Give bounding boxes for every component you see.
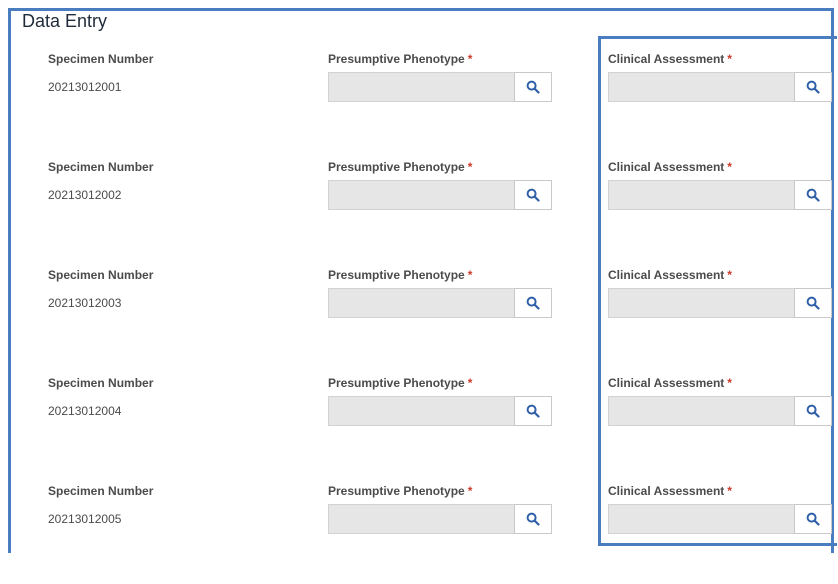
presumptive-phenotype-search-button[interactable] bbox=[514, 180, 552, 210]
clinical-assessment-lookup bbox=[608, 72, 832, 102]
search-icon bbox=[526, 80, 540, 94]
clinical-assessment-lookup bbox=[608, 396, 832, 426]
required-marker: * bbox=[467, 52, 473, 66]
presumptive-phenotype-input[interactable] bbox=[328, 72, 514, 102]
specimen-number-value: 20213012005 bbox=[48, 512, 122, 526]
clinical-assessment-search-button[interactable] bbox=[794, 396, 832, 426]
search-icon bbox=[526, 296, 540, 310]
presumptive-phenotype-search-button[interactable] bbox=[514, 288, 552, 318]
clinical-assessment-label-text: Clinical Assessment bbox=[608, 268, 725, 282]
clinical-assessment-lookup bbox=[608, 288, 832, 318]
clinical-assessment-label-text: Clinical Assessment bbox=[608, 160, 725, 174]
required-marker: * bbox=[467, 160, 473, 174]
presumptive-phenotype-lookup bbox=[328, 180, 552, 210]
presumptive-phenotype-input[interactable] bbox=[328, 504, 514, 534]
clinical-assessment-lookup bbox=[608, 504, 832, 534]
clinical-assessment-input[interactable] bbox=[608, 396, 794, 426]
presumptive-phenotype-label: Presumptive Phenotype * bbox=[328, 160, 472, 174]
clinical-assessment-label-text: Clinical Assessment bbox=[608, 52, 725, 66]
specimen-number-label: Specimen Number bbox=[48, 268, 154, 282]
required-marker: * bbox=[727, 160, 732, 174]
presumptive-phenotype-search-button[interactable] bbox=[514, 72, 552, 102]
clinical-assessment-label: Clinical Assessment * bbox=[608, 160, 732, 174]
presumptive-phenotype-label-text: Presumptive Phenotype bbox=[328, 376, 465, 390]
clinical-assessment-search-button[interactable] bbox=[794, 72, 832, 102]
search-icon bbox=[806, 404, 820, 418]
presumptive-phenotype-input[interactable] bbox=[328, 396, 514, 426]
presumptive-phenotype-lookup bbox=[328, 504, 552, 534]
required-marker: * bbox=[727, 376, 732, 390]
required-marker: * bbox=[727, 268, 732, 282]
presumptive-phenotype-input[interactable] bbox=[328, 288, 514, 318]
search-icon bbox=[806, 188, 820, 202]
clinical-assessment-label: Clinical Assessment * bbox=[608, 268, 732, 282]
presumptive-phenotype-label-text: Presumptive Phenotype bbox=[328, 268, 465, 282]
clinical-assessment-lookup bbox=[608, 180, 832, 210]
specimen-number-value: 20213012004 bbox=[48, 404, 122, 418]
presumptive-phenotype-label-text: Presumptive Phenotype bbox=[328, 160, 465, 174]
clinical-assessment-label: Clinical Assessment * bbox=[608, 52, 732, 66]
clinical-assessment-input[interactable] bbox=[608, 72, 794, 102]
search-icon bbox=[526, 512, 540, 526]
presumptive-phenotype-label: Presumptive Phenotype * bbox=[328, 376, 472, 390]
presumptive-phenotype-lookup bbox=[328, 396, 552, 426]
clinical-assessment-input[interactable] bbox=[608, 504, 794, 534]
clinical-assessment-label-text: Clinical Assessment bbox=[608, 376, 725, 390]
presumptive-phenotype-search-button[interactable] bbox=[514, 504, 552, 534]
clinical-assessment-search-button[interactable] bbox=[794, 288, 832, 318]
clinical-assessment-input[interactable] bbox=[608, 180, 794, 210]
search-icon bbox=[806, 512, 820, 526]
clinical-assessment-search-button[interactable] bbox=[794, 180, 832, 210]
specimen-row: Specimen Number 20213012004 Presumptive … bbox=[0, 376, 838, 476]
presumptive-phenotype-lookup bbox=[328, 72, 552, 102]
specimen-row: Specimen Number 20213012002 Presumptive … bbox=[0, 160, 838, 260]
clinical-assessment-label: Clinical Assessment * bbox=[608, 484, 732, 498]
specimen-row: Specimen Number 20213012005 Presumptive … bbox=[0, 484, 838, 584]
specimen-number-label: Specimen Number bbox=[48, 484, 154, 498]
clinical-assessment-label-text: Clinical Assessment bbox=[608, 484, 725, 498]
required-marker: * bbox=[727, 484, 732, 498]
required-marker: * bbox=[467, 376, 473, 390]
specimen-row: Specimen Number 20213012003 Presumptive … bbox=[0, 268, 838, 368]
clinical-assessment-search-button[interactable] bbox=[794, 504, 832, 534]
presumptive-phenotype-label-text: Presumptive Phenotype bbox=[328, 484, 465, 498]
specimen-number-value: 20213012001 bbox=[48, 80, 122, 94]
search-icon bbox=[526, 404, 540, 418]
specimen-number-value: 20213012002 bbox=[48, 188, 122, 202]
specimen-row: Specimen Number 20213012001 Presumptive … bbox=[0, 52, 838, 152]
specimen-number-value: 20213012003 bbox=[48, 296, 122, 310]
specimen-number-label: Specimen Number bbox=[48, 376, 154, 390]
specimen-number-label: Specimen Number bbox=[48, 52, 154, 66]
required-marker: * bbox=[467, 484, 473, 498]
search-icon bbox=[806, 296, 820, 310]
presumptive-phenotype-label: Presumptive Phenotype * bbox=[328, 484, 472, 498]
required-marker: * bbox=[467, 268, 473, 282]
presumptive-phenotype-lookup bbox=[328, 288, 552, 318]
required-marker: * bbox=[727, 52, 732, 66]
specimen-number-label: Specimen Number bbox=[48, 160, 154, 174]
presumptive-phenotype-label: Presumptive Phenotype * bbox=[328, 52, 472, 66]
clinical-assessment-input[interactable] bbox=[608, 288, 794, 318]
presumptive-phenotype-label: Presumptive Phenotype * bbox=[328, 268, 472, 282]
search-icon bbox=[526, 188, 540, 202]
clinical-assessment-label: Clinical Assessment * bbox=[608, 376, 732, 390]
presumptive-phenotype-label-text: Presumptive Phenotype bbox=[328, 52, 465, 66]
search-icon bbox=[806, 80, 820, 94]
page-title: Data Entry bbox=[22, 11, 108, 31]
presumptive-phenotype-search-button[interactable] bbox=[514, 396, 552, 426]
presumptive-phenotype-input[interactable] bbox=[328, 180, 514, 210]
